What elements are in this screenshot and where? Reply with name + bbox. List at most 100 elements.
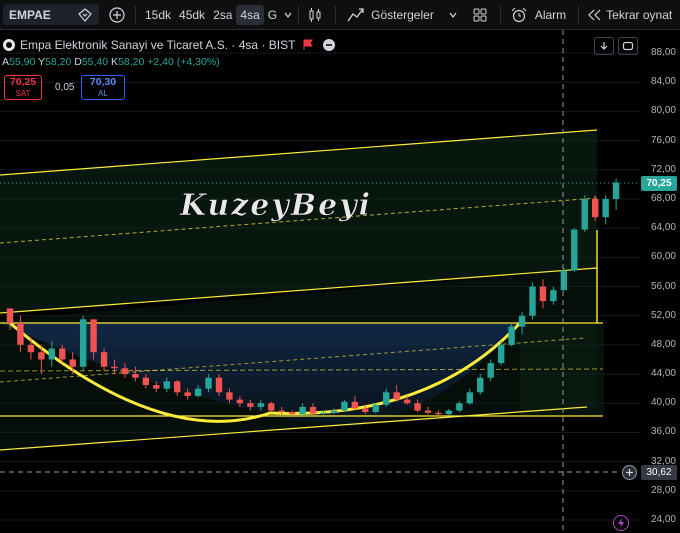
candle-body — [518, 315, 526, 327]
candle-body — [48, 348, 55, 360]
candle-body — [320, 412, 327, 414]
candle-body — [487, 363, 494, 378]
candle-body — [571, 229, 578, 271]
candle-body — [142, 377, 150, 386]
candle-body — [278, 410, 285, 413]
candle-body — [550, 290, 557, 302]
candle-body — [132, 374, 139, 378]
candle-body — [414, 403, 421, 411]
divider — [135, 5, 136, 24]
ohlc-values: A55,90 Y58,20 D55,40 K58,20 +2,40 (+4,30… — [2, 56, 220, 68]
sell-label: SAT — [15, 89, 31, 98]
price-axis-label: 68,00 — [650, 192, 676, 204]
candle-body — [90, 319, 97, 353]
candle-body — [435, 412, 442, 415]
top-toolbar: EMPAE 15dk 45dk 2sa 4sa G Göstergeler Al… — [0, 0, 680, 30]
add-alert-button[interactable] — [622, 465, 637, 480]
price-axis-label: 28,00 — [650, 484, 676, 496]
layout-grid-icon[interactable] — [472, 7, 488, 23]
candle-body — [288, 412, 296, 415]
candle-body — [247, 403, 254, 407]
refresh-icon — [622, 41, 634, 51]
candle-body — [539, 286, 547, 302]
candle-body — [393, 392, 400, 400]
candle-body — [477, 377, 484, 393]
candle-body — [612, 182, 620, 199]
candle-body — [184, 392, 191, 396]
price-axis-label: 40,00 — [650, 397, 676, 409]
replay-button[interactable]: Tekrar oynat — [602, 8, 676, 22]
candle-body — [309, 406, 317, 414]
timeframe-45dk[interactable]: 45dk — [175, 8, 209, 22]
indicators-icon[interactable] — [347, 7, 365, 23]
symbol-search[interactable]: EMPAE — [3, 4, 99, 25]
candle-body — [383, 392, 390, 405]
price-axis-label: 64,00 — [650, 222, 676, 234]
candle-body — [163, 381, 170, 389]
candle-body — [424, 410, 432, 413]
candle-body — [79, 319, 87, 367]
indicators-dropdown-icon[interactable] — [448, 11, 458, 19]
timeframe-4sa[interactable]: 4sa — [236, 4, 264, 25]
candle-body — [100, 352, 108, 367]
candle-body — [111, 366, 118, 369]
price-axis-label: 48,00 — [650, 338, 676, 350]
price-axis-label: 60,00 — [650, 251, 676, 263]
buy-price: 70,30 — [89, 76, 117, 88]
price-chart[interactable]: KuzeyBeyi — [0, 30, 680, 533]
indicators-button[interactable]: Göstergeler — [367, 8, 438, 22]
chart-type-candles-icon[interactable] — [308, 7, 322, 23]
last-price-tag: 70,25 — [641, 176, 677, 191]
candle-body — [445, 410, 453, 415]
timeframe-dropdown-icon[interactable] — [283, 11, 293, 19]
candle-body — [226, 392, 233, 400]
candle-body — [341, 401, 348, 411]
candle-body — [592, 198, 599, 218]
timeframe-daily[interactable]: G — [264, 8, 281, 22]
candle-body — [362, 408, 369, 413]
candle-body — [560, 270, 568, 291]
divider — [499, 5, 501, 24]
sell-button[interactable]: 70,25 SAT — [4, 75, 42, 100]
reset-view-button[interactable] — [618, 37, 638, 55]
timeframe-2sa[interactable]: 2sa — [209, 8, 236, 22]
candle-body — [38, 352, 45, 360]
add-symbol-icon[interactable] — [109, 6, 125, 23]
divider — [335, 5, 337, 24]
buy-button[interactable]: 70,30 AL — [81, 75, 125, 100]
timeframe-15dk[interactable]: 15dk — [141, 8, 175, 22]
symbol-legend: Empa Elektronik Sanayi ve Ticaret A.S. ·… — [2, 38, 336, 68]
price-axis-label: 44,00 — [650, 368, 676, 380]
alarm-button[interactable]: Alarm — [531, 8, 570, 22]
crosshair-price-tag: 30,62 — [641, 465, 677, 480]
lightning-button[interactable] — [613, 515, 629, 531]
candle-body — [59, 348, 66, 360]
scroll-down-button[interactable] — [594, 37, 614, 55]
price-axis-label: 56,00 — [650, 280, 676, 292]
candle-body — [466, 392, 473, 404]
plus-icon — [626, 469, 633, 476]
divider — [578, 5, 580, 24]
arrow-down-icon — [600, 42, 608, 50]
candle-body — [508, 326, 515, 345]
candle-body — [581, 198, 588, 230]
price-axis-label: 88,00 — [650, 47, 676, 58]
candle-body — [153, 385, 160, 389]
price-axis-label: 52,00 — [650, 309, 676, 321]
hide-legend-icon[interactable] — [322, 38, 336, 52]
candle-body — [456, 403, 463, 411]
flag-icon[interactable] — [302, 39, 314, 51]
buy-label: AL — [98, 89, 108, 98]
candle-body — [27, 344, 35, 353]
candle-body — [351, 401, 359, 409]
candle-body — [215, 377, 223, 393]
candle-body — [69, 359, 76, 367]
replay-rewind-icon[interactable] — [586, 8, 602, 22]
symbol-info-icon[interactable] — [77, 7, 93, 22]
symbol-label: EMPAE — [9, 7, 51, 22]
price-axis-label: 24,00 — [650, 514, 676, 525]
candle-body — [174, 381, 181, 393]
candle-body — [257, 403, 264, 407]
sell-price: 70,25 — [9, 76, 37, 88]
alarm-clock-icon[interactable] — [510, 7, 528, 23]
